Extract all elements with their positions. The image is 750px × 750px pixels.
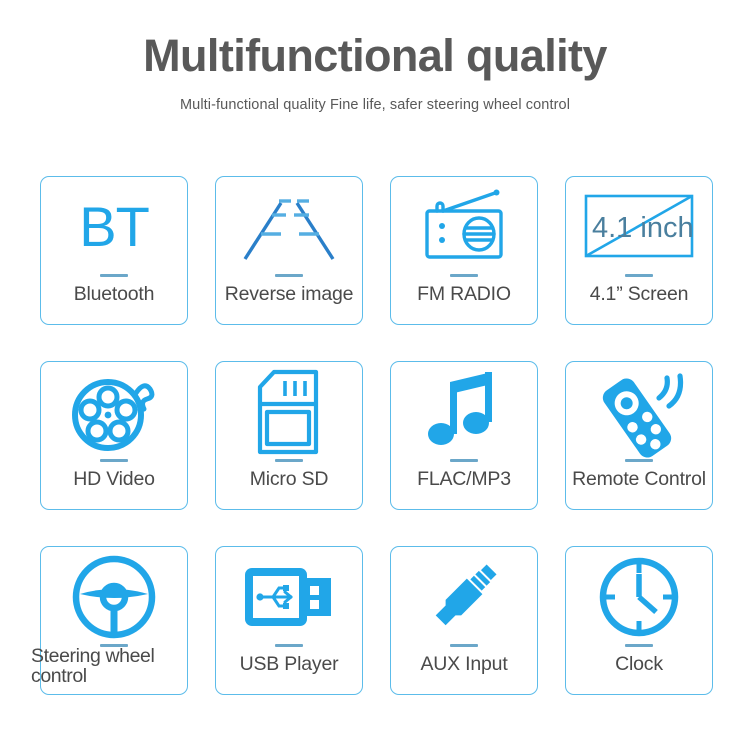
- page-subtitle: Multi-functional quality Fine life, safe…: [179, 96, 571, 113]
- feature-label: Reverse image: [224, 283, 354, 305]
- card-divider: [275, 644, 303, 647]
- feature-card-steering-wheel[interactable]: Steering wheel control: [31, 546, 188, 695]
- feature-label: USB Player: [239, 653, 339, 675]
- card-divider: [625, 644, 653, 647]
- feature-label: Steering wheel control: [31, 645, 155, 688]
- feature-label: FLAC/MP3: [417, 468, 511, 490]
- feature-label: AUX Input: [420, 653, 508, 675]
- feature-card-bluetooth[interactable]: BT Bluetooth: [40, 176, 188, 325]
- feature-label: Remote Control: [572, 468, 706, 490]
- feature-label: 4.1” Screen: [589, 283, 689, 305]
- card-divider: [450, 644, 478, 647]
- remote-control-icon: [566, 362, 712, 458]
- card-divider: [450, 274, 478, 277]
- page-header: Multifunctional quality Multi-functional…: [0, 0, 750, 113]
- feature-grid-page: Multifunctional quality Multi-functional…: [0, 0, 750, 750]
- clock-icon: [566, 547, 712, 643]
- card-divider: [625, 459, 653, 462]
- page-title: Multifunctional quality: [143, 30, 607, 81]
- card-divider: [450, 459, 478, 462]
- card-divider: [275, 459, 303, 462]
- feature-card-flac-mp3[interactable]: FLAC/MP3: [390, 361, 538, 510]
- feature-card-micro-sd[interactable]: Micro SD: [215, 361, 363, 510]
- bluetooth-bt-icon: BT: [41, 177, 187, 273]
- card-divider: [100, 274, 128, 277]
- feature-card-remote-control[interactable]: Remote Control: [565, 361, 713, 510]
- radio-icon: [391, 177, 537, 273]
- feature-label: Clock: [615, 653, 663, 675]
- music-note-icon: [391, 362, 537, 458]
- film-reel-icon: [41, 362, 187, 458]
- card-divider: [100, 459, 128, 462]
- bt-icon-text: BT: [79, 195, 150, 258]
- usb-drive-icon: [216, 547, 362, 643]
- feature-card-usb-player[interactable]: USB Player: [215, 546, 363, 695]
- feature-card-aux-input[interactable]: AUX Input: [390, 546, 538, 695]
- sd-card-icon: [216, 362, 362, 458]
- feature-label: Bluetooth: [73, 283, 155, 305]
- feature-grid: BT Bluetooth Reverse image FM RADIO 4.1 …: [31, 176, 713, 695]
- feature-label: Micro SD: [249, 468, 329, 490]
- screen-icon: 4.1 inch: [566, 177, 712, 273]
- feature-card-clock[interactable]: Clock: [565, 546, 713, 695]
- steering-wheel-icon: [41, 547, 187, 643]
- feature-card-screen[interactable]: 4.1 inch 4.1” Screen: [565, 176, 713, 325]
- card-divider: [275, 274, 303, 277]
- screen-size-text: 4.1 inch: [592, 212, 694, 244]
- reverse-camera-guideline-icon: [216, 177, 362, 273]
- feature-card-fm-radio[interactable]: FM RADIO: [390, 176, 538, 325]
- feature-card-hd-video[interactable]: HD Video: [40, 361, 188, 510]
- feature-card-reverse-image[interactable]: Reverse image: [215, 176, 363, 325]
- feature-label: HD Video: [73, 468, 155, 490]
- feature-label: FM RADIO: [417, 283, 511, 305]
- aux-jack-icon: [391, 547, 537, 643]
- card-divider: [625, 274, 653, 277]
